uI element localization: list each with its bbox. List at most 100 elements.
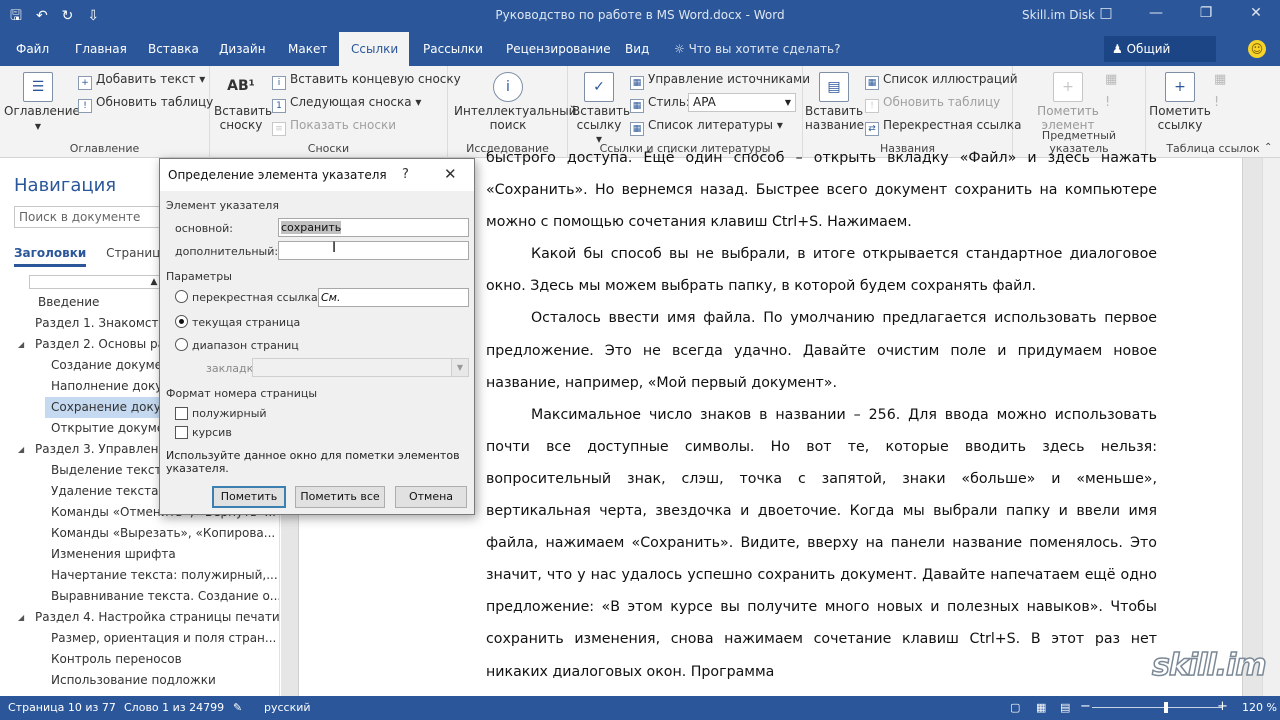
zoom-slider[interactable] [1092,707,1222,708]
paragraph: Осталось ввести имя файла. По умолчанию … [486,310,1157,391]
nav-heading-item[interactable]: ◢ Раздел 4. Настройка страницы печати [0,607,279,628]
nav-heading-item[interactable]: Контроль переносов [0,649,279,670]
toc-button[interactable]: ☰ Оглавление ▼ [4,72,80,134]
document-text[interactable]: быстрого доступа. Ещё один способ – откр… [486,142,1157,688]
next-footnote-button[interactable]: 1 Следующая сноска ▾ [272,92,421,113]
italic-checkbox[interactable] [175,426,188,439]
main-entry-input[interactable]: сохранить [278,218,469,237]
tab-design[interactable]: Дизайн [209,32,276,66]
style-label-wrap: ▦ Стиль: [630,92,690,113]
update-index-icon[interactable]: ! [1105,95,1110,110]
insert-endnote-button[interactable]: i Вставить концевую сноску [272,69,461,90]
main-entry-label: основной: [175,222,233,235]
tab-insert[interactable]: Вставка [138,32,209,66]
figures-icon: ▦ [865,76,879,90]
ribbon-display-icon[interactable]: □ [1092,5,1120,21]
tab-layout[interactable]: Макет [278,32,337,66]
print-layout-icon[interactable]: ▦ [1036,701,1046,714]
mark-citation-button[interactable]: + Пометить ссылку [1148,72,1212,132]
read-mode-icon[interactable]: ▢ [1010,701,1020,714]
insert-index-icon[interactable]: ▦ [1105,72,1117,87]
chevron-down-icon[interactable]: ▼ [451,358,469,377]
nav-heading-item[interactable]: Изменения шрифта [0,544,279,565]
show-notes-button[interactable]: ≡ Показать сноски [272,115,396,136]
tab-references[interactable]: Ссылки [339,32,409,66]
citation-style-select[interactable]: APA ▼ [688,93,796,112]
window-controls: □ — ❐ ✕ [1092,5,1270,21]
update-figures-button[interactable]: ! Обновить таблицу [865,92,1000,113]
insert-footnote-button[interactable]: AB¹ Вставить сноску [214,72,272,132]
insert-citation-label-1: Вставить [572,104,631,118]
tell-me-box[interactable]: ☼ Что вы хотите сделать? [674,42,840,56]
web-layout-icon[interactable]: ▤ [1060,701,1070,714]
cross-reference-input[interactable]: См. [318,288,469,307]
minimize-icon[interactable]: — [1142,5,1170,21]
feedback-smiley-icon[interactable]: ☺ [1248,40,1266,58]
update-toc-button[interactable]: ! Обновить таблицу [78,92,214,113]
close-icon[interactable]: ✕ [1242,5,1270,21]
insert-caption-button[interactable]: ▤ Вставить название [805,72,864,132]
next-footnote-label: Следующая сноска [290,95,412,109]
radio-cross-reference[interactable] [175,290,188,303]
bibliography-button[interactable]: ▦ Список литературы ▾ [630,115,783,136]
zoom-out-icon[interactable]: − [1080,699,1091,714]
paragraph: быстрого доступа. Ещё один способ – откр… [486,150,1157,231]
nav-heading-item[interactable]: Размер, ориентация и поля стран... [0,628,279,649]
page-count[interactable]: Страница 10 из 77 [8,701,116,714]
bold-checkbox[interactable] [175,407,188,420]
radio-page-range[interactable] [175,338,188,351]
nav-heading-label: Выравнивание текста. Создание о... [51,589,280,603]
restore-icon[interactable]: ❐ [1192,5,1220,21]
close-icon[interactable]: ✕ [444,165,457,183]
update-toc-label: Обновить таблицу [96,95,214,109]
share-button[interactable]: ♟ Общий доступ [1104,36,1216,82]
tab-home[interactable]: Главная [65,32,137,66]
update-toa-icon[interactable]: ! [1214,95,1219,110]
tab-view[interactable]: Вид [615,32,659,66]
tab-review[interactable]: Рецензирование [496,32,621,66]
nav-heading-item[interactable]: Выравнивание текста. Создание о... [0,586,280,607]
collapse-triangle-icon[interactable]: ◢ [18,334,24,355]
proofing-icon[interactable]: ✎ [233,701,242,714]
collapse-ribbon-icon[interactable]: ⌃ [1264,142,1272,153]
language-indicator[interactable]: русский [264,701,311,714]
nav-title: Навигация [14,175,117,196]
cancel-button[interactable]: Отмена [395,486,467,508]
group-label-toa: Таблица ссылок [1166,142,1260,155]
tab-file[interactable]: Файл [0,32,60,66]
zoom-level[interactable]: 120 % [1242,701,1277,714]
nav-heading-item[interactable]: Команды «Вырезать», «Копирова... [0,523,279,544]
collapse-triangle-icon[interactable]: ◢ [18,439,24,460]
mark-button[interactable]: Пометить [212,486,286,508]
cross-reference-button[interactable]: ⇄ Перекрестная ссылка [865,115,1021,136]
group-footnotes: AB¹ Вставить сноску i Вставить концевую сн… [210,66,461,158]
add-text-button[interactable]: + Добавить текст ▾ [78,69,205,90]
mark-entry-button[interactable]: + Пометить элемент [1035,72,1101,132]
nav-heading-item[interactable]: Использование подложки [0,670,279,691]
nav-tab-headings[interactable]: Заголовки [14,246,87,267]
zoom-in-icon[interactable]: + [1217,699,1228,714]
nav-heading-label: Команды «Вырезать», «Копирова... [51,526,276,540]
account-name[interactable]: Skill.im Disk [1022,8,1095,22]
tab-mailings[interactable]: Рассылки [413,32,493,66]
citation-style-value: APA [693,95,716,109]
radio-current-page[interactable] [175,315,188,328]
help-icon[interactable]: ? [402,167,409,182]
nav-heading-label: Контроль переносов [51,652,182,666]
lightbulb-icon: ☼ [674,42,685,56]
insert-toa-icon[interactable]: ▦ [1214,72,1226,87]
vertical-scrollbar[interactable] [1262,158,1280,696]
word-count[interactable]: Слово 1 из 24799 [124,701,224,714]
ribbon-tabs: Файл Главная Вставка Дизайн Макет Ссылки… [0,32,1280,82]
subentry-input[interactable] [278,241,469,260]
manage-sources-button[interactable]: ▦ Управление источниками [630,69,811,90]
insert-citation-button[interactable]: ✓ Вставить ссылку ▾ [572,72,630,146]
mark-all-button[interactable]: Пометить все [295,486,385,508]
smart-lookup-button[interactable]: i Интеллектуальный поиск [454,72,576,132]
table-of-figures-button[interactable]: ▦ Список иллюстраций [865,69,1018,90]
zoom-slider-thumb[interactable] [1164,702,1168,713]
nav-heading-item[interactable]: Начертание текста: полужирный,... [0,565,279,586]
collapse-triangle-icon[interactable]: ◢ [18,607,24,628]
bookmark-select[interactable] [252,358,452,377]
manage-sources-label: Управление источниками [648,72,811,86]
